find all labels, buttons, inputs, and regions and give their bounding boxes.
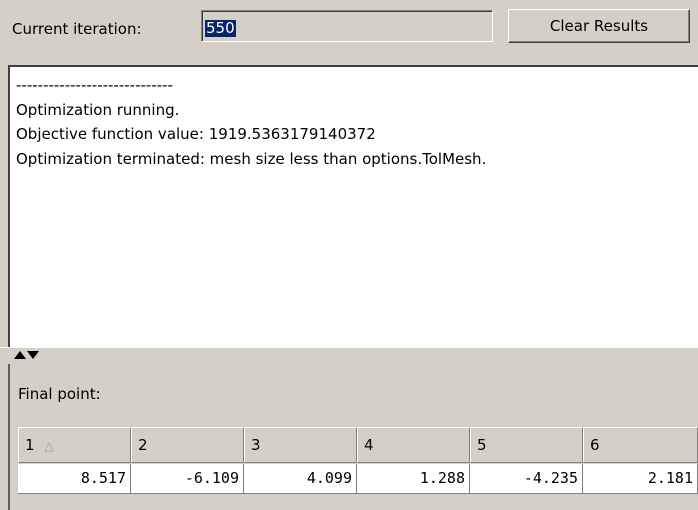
column-header-3[interactable]: 3 xyxy=(244,427,357,463)
triangle-down-icon[interactable] xyxy=(27,351,39,359)
results-line-terminated: Optimization terminated: mesh size less … xyxy=(16,150,487,168)
current-iteration-label: Current iteration: xyxy=(12,20,142,38)
column-header-label: 4 xyxy=(364,436,374,454)
results-separator-line: ----------------------------- xyxy=(16,76,173,94)
table-cell[interactable]: -6.109 xyxy=(131,464,244,494)
table-cell[interactable]: 1.288 xyxy=(357,464,470,494)
column-header-label: 6 xyxy=(590,436,600,454)
table-cell[interactable]: 4.099 xyxy=(244,464,357,494)
panel-left-border xyxy=(8,364,10,510)
column-header-label: 5 xyxy=(477,436,487,454)
column-header-label: 2 xyxy=(138,436,148,454)
current-iteration-field[interactable]: 550 xyxy=(201,10,493,42)
column-header-label: 1 xyxy=(25,436,35,454)
final-point-label: Final point: xyxy=(18,385,101,403)
toolbar: Current iteration: 550 Clear Results xyxy=(0,0,698,62)
results-line-objective: Objective function value: 1919.536317914… xyxy=(16,125,376,143)
column-header-1[interactable]: 1 △ xyxy=(18,427,131,463)
results-line-running: Optimization running. xyxy=(16,101,180,119)
clear-results-button[interactable]: Clear Results xyxy=(508,9,690,43)
column-header-label: 3 xyxy=(251,436,261,454)
table-cell[interactable]: -4.235 xyxy=(470,464,583,494)
pane-splitter[interactable] xyxy=(0,347,698,364)
current-iteration-value[interactable]: 550 xyxy=(205,20,236,37)
results-text-area[interactable]: ----------------------------- Optimizati… xyxy=(8,65,698,347)
column-header-5[interactable]: 5 xyxy=(470,427,583,463)
column-header-2[interactable]: 2 xyxy=(131,427,244,463)
column-header-4[interactable]: 4 xyxy=(357,427,470,463)
sort-ascending-icon: △ xyxy=(44,439,54,453)
table-cell[interactable]: 2.181 xyxy=(583,464,698,494)
table-cell[interactable]: 8.517 xyxy=(18,464,131,494)
triangle-up-icon[interactable] xyxy=(14,351,26,359)
column-header-6[interactable]: 6 xyxy=(583,427,698,463)
